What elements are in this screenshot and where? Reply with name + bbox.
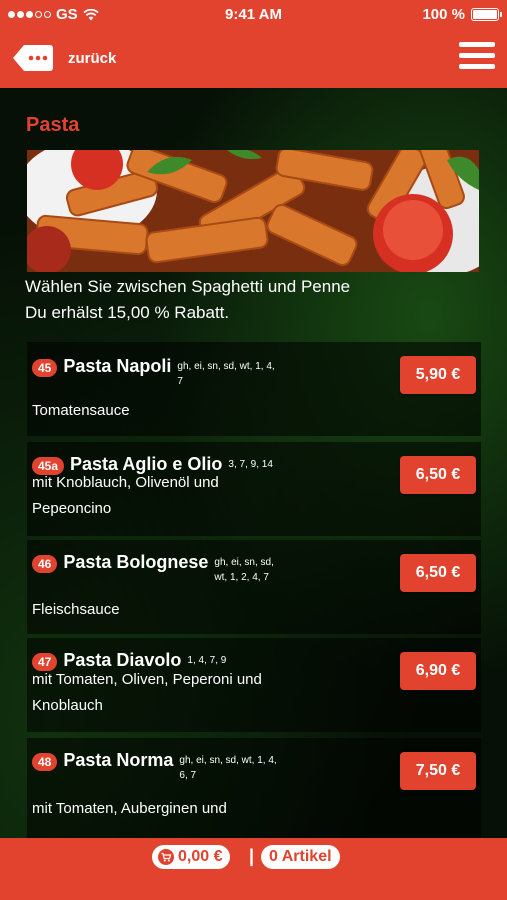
menu-bar-icon: [459, 53, 495, 58]
item-name: Pasta Norma: [63, 750, 174, 770]
status-right: 100 %: [422, 6, 502, 23]
cart-item-count: 0 Artikel: [269, 848, 332, 865]
intro-line-1: Wählen Sie zwischen Spaghetti und Penne: [25, 277, 351, 296]
add-to-cart-price-button[interactable]: 6,50 €: [400, 456, 476, 494]
add-to-cart-price-button[interactable]: 7,50 €: [400, 752, 476, 790]
item-allergens: gh, ei, sn, sd, wt, 1, 2, 4, 7: [214, 557, 274, 583]
menu-item-header: 45 Pasta Napoli gh, ei, sn, sd, wt, 1, 4…: [32, 356, 342, 389]
speech-bubble-back-icon: [13, 45, 53, 71]
hamburger-menu-button[interactable]: [459, 42, 495, 74]
item-name: Pasta Bolognese: [63, 552, 209, 572]
item-description: mit Knoblauch, Olivenöl und Pepeoncino: [32, 474, 219, 517]
section-title: Pasta: [26, 114, 80, 136]
back-label: zurück: [68, 49, 117, 67]
menu-item[interactable]: 46 Pasta Bolognese gh, ei, sn, sd, wt, 1,…: [27, 540, 481, 634]
section-intro: Wählen Sie zwischen Spaghetti und Penne …: [25, 274, 350, 326]
cart-total-button[interactable]: 0,00 €: [152, 845, 231, 869]
status-bar: GS 9:41 AM 100 %: [0, 0, 507, 30]
item-name: Pasta Napoli: [63, 356, 172, 376]
cart-total-amount: 0,00 €: [178, 848, 223, 865]
menu-item[interactable]: 47 Pasta Diavolo 1, 4, 7, 9 mit Tomaten,…: [27, 638, 481, 732]
menu-item-header: 48 Pasta Norma gh, ei, sn, sd, wt, 1, 4,…: [32, 750, 342, 783]
cart-item-count-button[interactable]: 0 Artikel: [261, 845, 340, 869]
add-to-cart-price-button[interactable]: 6,90 €: [400, 652, 476, 690]
menu-bar-icon: [459, 64, 495, 69]
menu-content[interactable]: Pasta Wählen Sie zwischen Spaghetti und …: [0, 88, 507, 838]
cart-separator: |: [249, 846, 255, 866]
item-allergens: 1, 4, 7, 9: [187, 655, 227, 666]
pasta-hero-image: [27, 150, 479, 272]
item-allergens: gh, ei, sn, sd, wt, 1, 4, 6, 7: [179, 755, 277, 781]
item-description: Fleischsauce: [32, 601, 120, 618]
intro-line-2: Du erhälst 15,00 % Rabatt.: [25, 303, 230, 322]
menu-bar-icon: [459, 42, 495, 47]
item-description: Tomatensauce: [32, 402, 130, 419]
battery-percent: 100 %: [422, 6, 465, 23]
add-to-cart-price-button[interactable]: 5,90 €: [400, 356, 476, 394]
menu-item-header: 46 Pasta Bolognese gh, ei, sn, sd, wt, 1,…: [32, 552, 342, 585]
item-allergens: gh, ei, sn, sd, wt, 1, 4, 7: [177, 361, 275, 387]
menu-item[interactable]: 45 Pasta Napoli gh, ei, sn, sd, wt, 1, 4…: [27, 342, 481, 436]
back-button[interactable]: zurück: [12, 43, 116, 73]
menu-item[interactable]: 45a Pasta Aglio e Olio 3, 7, 9, 14 mit K…: [27, 442, 481, 536]
add-to-cart-price-button[interactable]: 6,50 €: [400, 554, 476, 592]
menu-item[interactable]: 48 Pasta Norma gh, ei, sn, sd, wt, 1, 4,…: [27, 738, 481, 838]
item-description: mit Tomaten, Oliven, Peperoni und Knobla…: [32, 671, 262, 714]
nav-bar: zurück: [0, 30, 507, 88]
item-number-badge: 46: [32, 555, 58, 573]
battery-icon: [471, 8, 502, 21]
item-number-badge: 48: [32, 753, 58, 771]
item-number-badge: 45: [32, 359, 58, 377]
item-description: mit Tomaten, Auberginen und: [32, 800, 227, 817]
cart-bar: 0,00 € | 0 Artikel: [0, 838, 507, 900]
shopping-cart-icon: [158, 849, 174, 865]
